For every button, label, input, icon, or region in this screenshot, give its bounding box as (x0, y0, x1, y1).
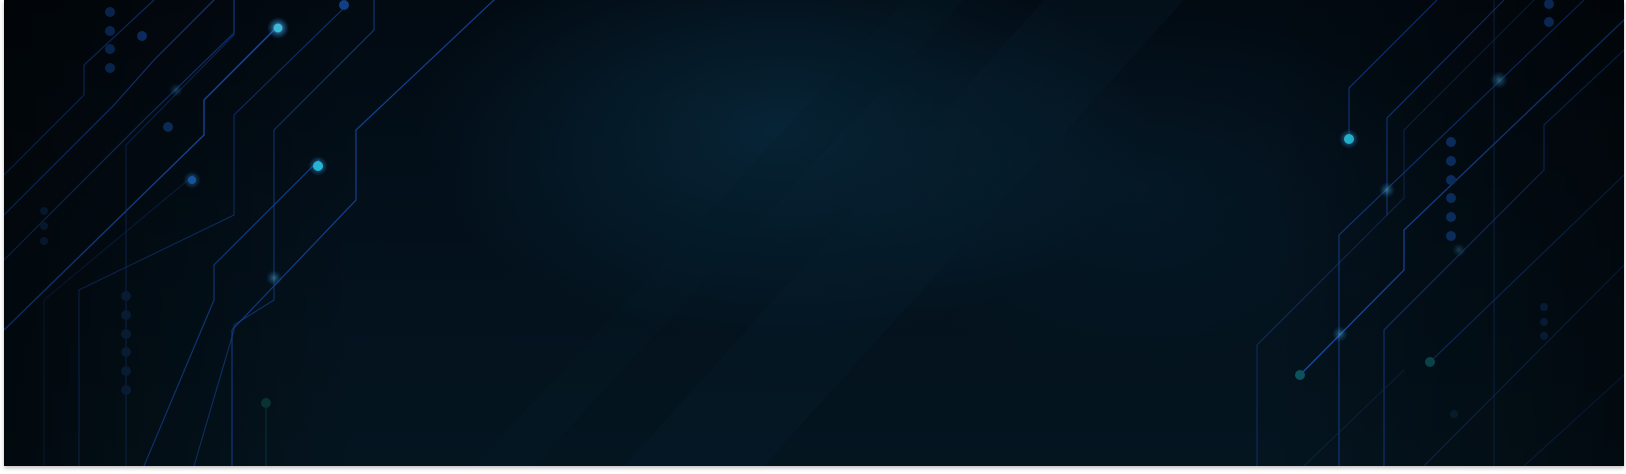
node (105, 44, 115, 54)
glowing-node (313, 161, 323, 171)
trace (1348, 0, 1438, 140)
node (40, 237, 48, 245)
glow (169, 83, 183, 97)
circuit-illustration (4, 0, 1624, 466)
right-circuit-traces (1256, 0, 1624, 466)
trace (1429, 174, 1624, 363)
node (339, 0, 349, 10)
node (40, 207, 48, 215)
node (1425, 357, 1435, 367)
glowing-node (1344, 134, 1354, 144)
node (137, 31, 147, 41)
node (121, 310, 131, 320)
node (1446, 137, 1456, 147)
node (163, 122, 173, 132)
trace (1299, 19, 1624, 376)
trace (1383, 49, 1624, 466)
glowing-node (188, 176, 196, 184)
node (1544, 17, 1554, 27)
node (105, 63, 115, 73)
node (105, 26, 115, 36)
node (121, 291, 131, 301)
left-circuit-traces (4, 0, 495, 466)
node (1446, 175, 1456, 185)
node (105, 7, 115, 17)
trace (1523, 374, 1624, 466)
node (40, 222, 48, 230)
glow (266, 270, 282, 286)
node (121, 329, 131, 339)
node (1540, 318, 1548, 326)
node (1446, 212, 1456, 222)
node (1450, 410, 1458, 418)
node (121, 385, 131, 395)
node (1295, 370, 1305, 380)
trace (125, 0, 235, 466)
node (121, 366, 131, 376)
glow (1490, 71, 1508, 89)
node (1540, 303, 1548, 311)
glow (1332, 326, 1348, 342)
node (1446, 231, 1456, 241)
glowing-node (273, 23, 283, 33)
trace (1256, 0, 1535, 466)
trace (231, 0, 495, 466)
trace (4, 24, 280, 331)
trace (1338, 0, 1585, 466)
node (261, 398, 271, 408)
node (121, 347, 131, 357)
trace (4, 0, 235, 261)
node (1540, 332, 1548, 340)
glow (1452, 243, 1466, 257)
node (1446, 156, 1456, 166)
trace (1423, 264, 1624, 466)
node (1544, 0, 1554, 9)
trace (78, 5, 347, 466)
trace (193, 0, 375, 466)
node (1446, 193, 1456, 203)
circuit-board-banner (4, 0, 1624, 466)
trace (4, 0, 155, 176)
trace (1303, 369, 1405, 466)
right-nodes (1295, 0, 1554, 418)
glow (1379, 182, 1395, 198)
